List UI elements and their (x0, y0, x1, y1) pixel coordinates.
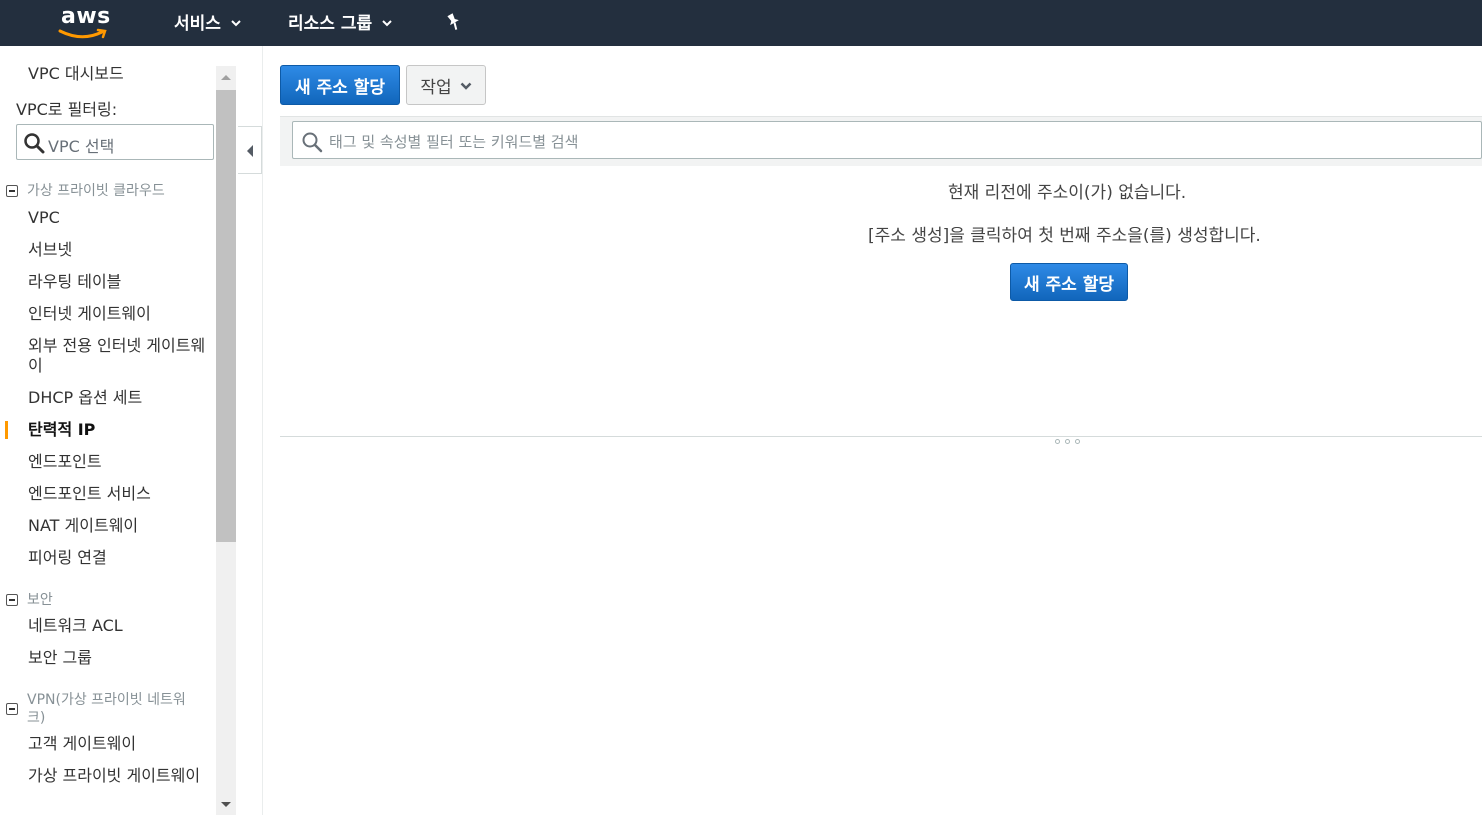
sidebar-item-subnets[interactable]: 서브넷 (28, 240, 72, 260)
allocate-address-center-label: 새 주소 할당 (1023, 274, 1115, 295)
section-vpc-title: 가상 프라이빗 클라우드 (27, 183, 165, 199)
sidebar-item-virtual-private-gateways[interactable]: 가상 프라이빗 게이트웨이 (28, 766, 212, 786)
top-nav-bar: aws 서비스 리소스 그룹 (0, 0, 1482, 46)
section-vpc: 가상 프라이빗 클라우드 (6, 182, 165, 200)
chevron-down-icon (382, 20, 392, 27)
scroll-up-arrow-icon[interactable] (216, 66, 236, 88)
sidebar-item-elastic-ips[interactable]: 탄력적 IP (28, 420, 95, 440)
empty-state-hint: [주소 생성]을 클릭하여 첫 번째 주소을(를) 생성합니다. (868, 226, 1261, 246)
search-input[interactable]: 태그 및 속성별 필터 또는 키워드별 검색 (292, 121, 1482, 159)
services-menu[interactable]: 서비스 (174, 9, 241, 34)
search-icon (302, 132, 323, 153)
empty-state-message: 현재 리전에 주소이(가) 없습니다. (948, 183, 1187, 203)
aws-logo-text: aws (61, 4, 111, 29)
resize-handle-icon[interactable] (1055, 439, 1087, 447)
actions-dropdown-button[interactable]: 작업 (406, 65, 486, 105)
vpc-filter-label: VPC로 필터링: (16, 100, 118, 119)
chevron-down-icon (460, 82, 472, 90)
chevron-down-icon (231, 20, 241, 27)
sidebar-item-endpoints[interactable]: 엔드포인트 (28, 452, 102, 472)
section-vpn: VPN(가상 프라이빗 네트워크) (6, 691, 197, 727)
allocate-address-label: 새 주소 할당 (294, 77, 386, 98)
sidebar-item-peering-connections[interactable]: 피어링 연결 (28, 548, 107, 568)
sidebar-item-customer-gateways[interactable]: 고객 게이트웨이 (28, 734, 136, 754)
pin-icon[interactable] (444, 12, 462, 36)
sidebar-item-internet-gateways[interactable]: 인터넷 게이트웨이 (28, 304, 151, 324)
section-vpn-title: VPN(가상 프라이빗 네트워크) (27, 692, 186, 726)
actions-label: 작업 (420, 77, 452, 98)
resource-groups-label: 리소스 그룹 (288, 14, 373, 34)
section-security-title: 보안 (27, 592, 53, 608)
collapse-section-icon[interactable] (6, 703, 18, 715)
vpc-select-input[interactable]: VPC 선택 (16, 124, 214, 160)
section-security: 보안 (6, 591, 53, 609)
sidebar-nav: VPC 대시보드 VPC로 필터링: VPC 선택 가상 프라이빗 클라우드 V… (0, 46, 216, 815)
vpc-select-placeholder: VPC 선택 (48, 137, 115, 156)
sidebar-item-dhcp-options[interactable]: DHCP 옵션 세트 (28, 388, 142, 408)
sidebar-item-route-tables[interactable]: 라우팅 테이블 (28, 272, 121, 292)
search-placeholder: 태그 및 속성별 필터 또는 키워드별 검색 (329, 133, 579, 151)
aws-logo[interactable]: aws (56, 4, 116, 42)
sidebar-item-nat-gateways[interactable]: NAT 게이트웨이 (28, 516, 138, 536)
resource-groups-menu[interactable]: 리소스 그룹 (288, 9, 392, 34)
sidebar-scrollbar-thumb[interactable] (216, 90, 236, 542)
sidebar-divider (262, 46, 263, 815)
services-label: 서비스 (174, 14, 221, 34)
sidebar-item-security-groups[interactable]: 보안 그룹 (28, 648, 92, 668)
search-icon (24, 133, 45, 154)
collapse-section-icon[interactable] (6, 594, 18, 606)
scroll-down-arrow-icon[interactable] (216, 795, 236, 815)
allocate-address-button[interactable]: 새 주소 할당 (280, 65, 400, 105)
sidebar-item-vpc-dashboard[interactable]: VPC 대시보드 (28, 64, 124, 84)
split-pane-divider (280, 436, 1482, 437)
collapse-sidebar-button[interactable] (238, 126, 262, 174)
chevron-left-icon (247, 145, 253, 157)
allocate-address-center-button[interactable]: 새 주소 할당 (1010, 263, 1128, 301)
sidebar-item-egress-only-gateways[interactable]: 외부 전용 인터넷 게이트웨이 (28, 336, 212, 376)
collapse-section-icon[interactable] (6, 185, 18, 197)
sidebar-item-network-acls[interactable]: 네트워크 ACL (28, 616, 123, 636)
active-item-marker (5, 421, 8, 439)
aws-smile-icon (58, 28, 107, 39)
sidebar-item-vpc[interactable]: VPC (28, 208, 60, 228)
sidebar-item-endpoint-services[interactable]: 엔드포인트 서비스 (28, 484, 151, 504)
